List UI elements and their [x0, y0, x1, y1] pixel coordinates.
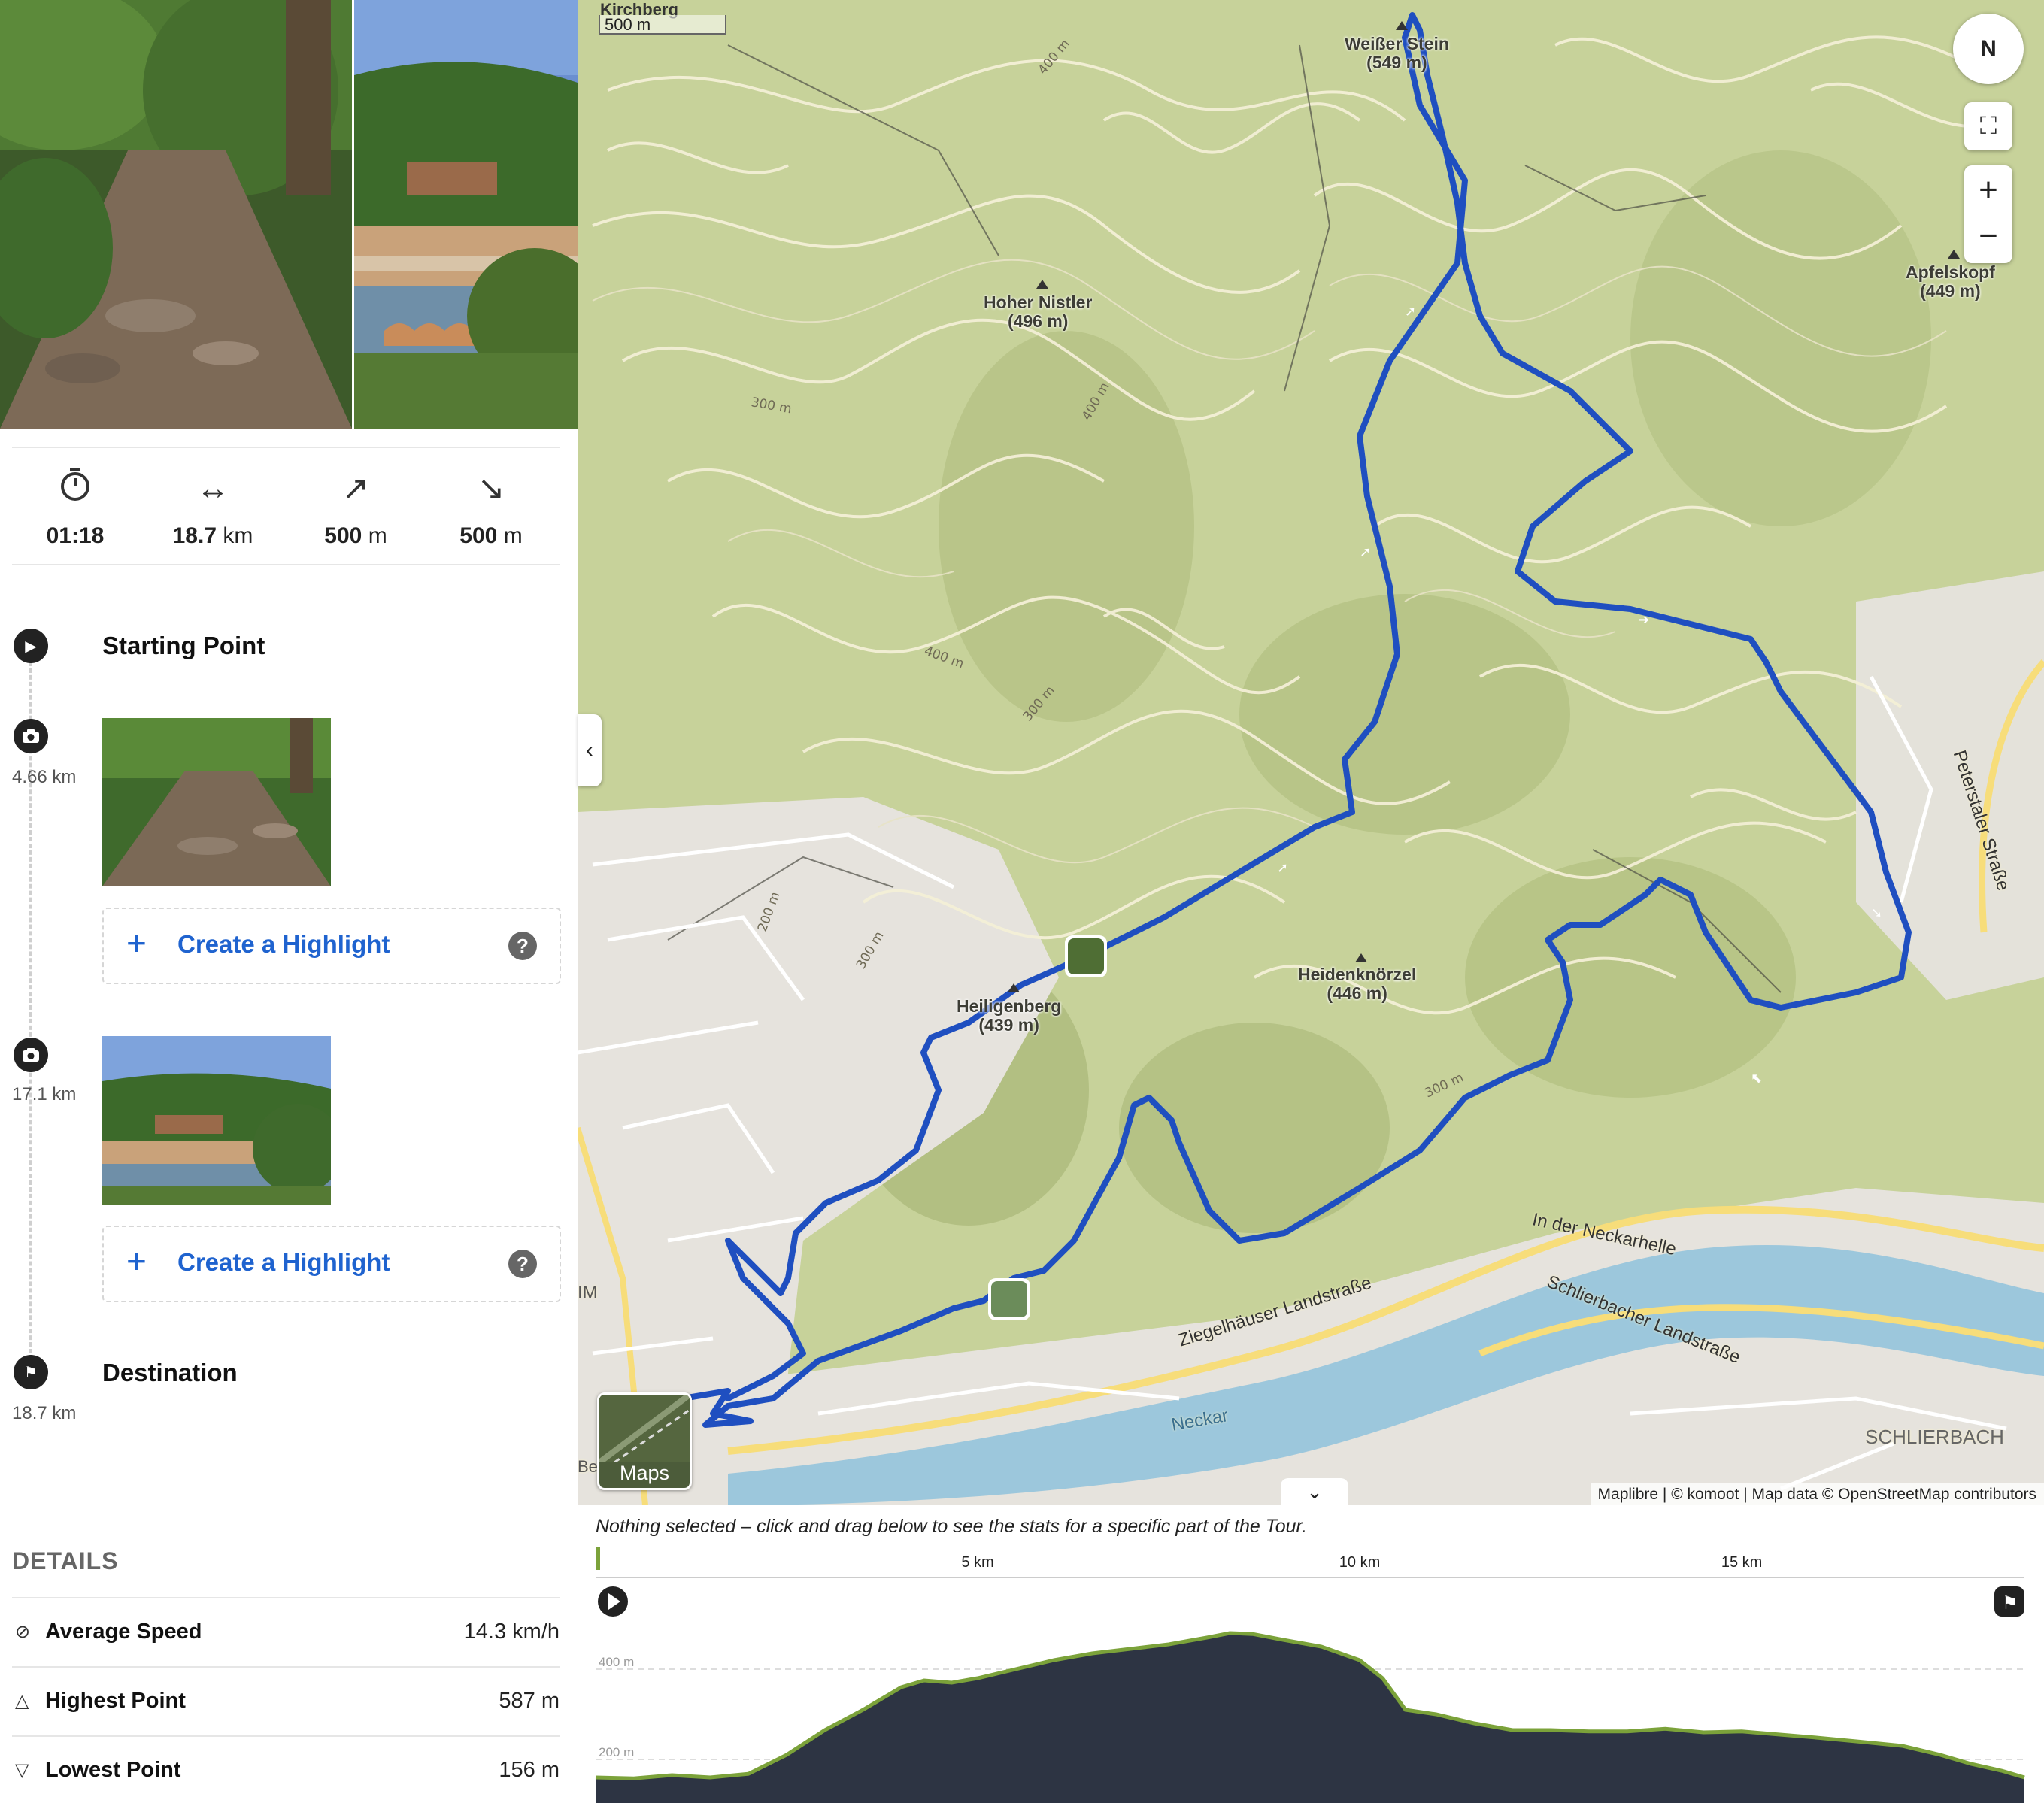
- elevation-area: [596, 1633, 2024, 1803]
- average-speed-label: Average Speed: [45, 1620, 202, 1644]
- photo2-thumbnail[interactable]: [102, 1036, 331, 1205]
- plus-icon: +: [126, 1241, 147, 1280]
- selection-hint: Nothing selected – click and drag below …: [596, 1516, 1307, 1537]
- distance-arrows-icon: ↔: [196, 470, 229, 507]
- peak-label-heiligenberg: Heiligenberg (439 m): [957, 996, 1062, 1035]
- compass-icon: N: [1980, 36, 1997, 61]
- zoom-controls: + −: [1964, 165, 2012, 263]
- map-layer-button[interactable]: Maps: [597, 1392, 692, 1490]
- peak-label-apfelskopf: Apfelskopf (449 m): [1906, 262, 1995, 301]
- chevron-down-icon: ⌄: [1306, 1480, 1323, 1503]
- distance-value: 18.7: [172, 523, 217, 548]
- triangle-up-icon: △: [15, 1691, 29, 1711]
- camera-icon: [14, 1038, 48, 1072]
- collapse-sidebar-button[interactable]: ‹: [578, 714, 602, 786]
- average-speed-row: ⊘ Average Speed 14.3 km/h: [12, 1597, 560, 1666]
- triangle-down-icon: ▽: [15, 1760, 29, 1780]
- svg-text:➚: ➚: [1277, 860, 1288, 876]
- elevation-axis-label: 200 m: [599, 1745, 634, 1759]
- downhill-value: 500: [459, 523, 498, 548]
- map-layer-label: Maps: [619, 1462, 670, 1484]
- details-heading: DETAILS: [12, 1547, 119, 1574]
- km-tick-label: 15 km: [1721, 1554, 1762, 1571]
- compass-button[interactable]: N: [1953, 14, 2024, 84]
- range-start-handle: [596, 1547, 600, 1570]
- downhill-stat: ↘ 500 m: [420, 466, 563, 549]
- tour-sidebar: 01:18 ↔ 18.7 km ↗ 500 m ↘ 500 m ▶ Starti…: [0, 0, 578, 1803]
- km-tick-label: 5 km: [961, 1554, 993, 1571]
- elevation-profile[interactable]: Nothing selected – click and drag below …: [578, 1505, 2044, 1803]
- stopwatch-icon: [4, 466, 147, 511]
- highest-point-value: 587 m: [499, 1689, 560, 1713]
- duration-value: 01:18: [46, 523, 105, 548]
- map-scale-bar: 500 m: [599, 15, 726, 35]
- tour-photo-forest-trail[interactable]: [0, 0, 352, 429]
- peak-label-weisser-stein: Weißer Stein (549 m): [1345, 34, 1449, 72]
- place-label-schlierbach: SCHLIERBACH: [1865, 1426, 2004, 1448]
- distance-unit: km: [223, 523, 253, 548]
- photo2-distance: 17.1 km: [12, 1084, 77, 1105]
- create-highlight-2[interactable]: + Create a Highlight ?: [102, 1226, 561, 1302]
- create-highlight-label: Create a Highlight: [177, 1248, 390, 1276]
- divider: [12, 447, 560, 448]
- peak-label-hoher-nistler: Hoher Nistler (496 m): [984, 292, 1093, 331]
- highest-point-label: Highest Point: [45, 1689, 186, 1713]
- svg-text:⬉: ⬉: [1751, 1071, 1762, 1086]
- downhill-arrow-icon: ↘: [477, 470, 505, 507]
- divider: [12, 564, 560, 565]
- lowest-point-value: 156 m: [499, 1758, 560, 1782]
- elevation-chart[interactable]: 5 km 10 km 15 km 400 m 200 m ⚑: [578, 1547, 2044, 1803]
- zoom-out-button[interactable]: −: [1979, 214, 1998, 262]
- focus-icon: ⛶: [1979, 112, 1997, 139]
- tour-photo-heidelberg-view[interactable]: [354, 0, 578, 429]
- create-highlight-1[interactable]: + Create a Highlight ?: [102, 908, 561, 984]
- place-label-im: IM: [578, 1283, 598, 1303]
- zoom-in-button[interactable]: +: [1979, 166, 1998, 214]
- uphill-arrow-icon: ↗: [341, 470, 370, 507]
- elevation-axis-label: 400 m: [599, 1655, 634, 1669]
- map-canvas: ➚➚➚ ➔➘⬉ 300 m 400 m 400 m 300 m 300 m 30…: [578, 0, 2044, 1505]
- play-icon: ▶: [14, 629, 48, 663]
- collapse-map-button[interactable]: ⌄: [1281, 1478, 1348, 1505]
- svg-text:➚: ➚: [1405, 304, 1416, 320]
- map-layer-icon: [599, 1395, 690, 1462]
- average-speed-value: 14.3 km/h: [463, 1620, 560, 1644]
- chevron-left-icon: ‹: [586, 738, 593, 762]
- create-highlight-label: Create a Highlight: [177, 930, 390, 958]
- place-label-be: Be: [578, 1457, 598, 1476]
- svg-text:➘: ➘: [1871, 905, 1882, 921]
- peak-label-heidenknoerzel: Heidenknörzel (446 m): [1298, 965, 1417, 1003]
- svg-text:➔: ➔: [1638, 612, 1649, 628]
- camera-icon: [14, 719, 48, 753]
- svg-text:➚: ➚: [1360, 544, 1371, 560]
- uphill-unit: m: [368, 523, 387, 548]
- lowest-point-row: ▽ Lowest Point 156 m: [12, 1735, 560, 1803]
- destination-title[interactable]: Destination: [102, 1359, 238, 1387]
- km-tick-label: 10 km: [1339, 1554, 1380, 1571]
- locate-button[interactable]: ⛶: [1964, 102, 2012, 150]
- photo1-distance: 4.66 km: [12, 767, 77, 787]
- speed-icon: ⊘: [15, 1622, 31, 1642]
- timeline-line: [29, 662, 32, 1353]
- route-map[interactable]: ➚ ➚ ➚ ➔ ➘ ⬉ 300 m 400 m 400 m 300 m 300 m 30…: [578, 0, 2044, 1505]
- uphill-stat: ↗ 500 m: [284, 466, 427, 549]
- starting-point-title[interactable]: Starting Point: [102, 632, 265, 660]
- duration-stat: 01:18: [4, 466, 147, 549]
- plus-icon: +: [126, 923, 147, 962]
- highest-point-row: △ Highest Point 587 m: [12, 1666, 560, 1735]
- uphill-value: 500: [324, 523, 362, 548]
- flag-icon-glyph: ⚑: [2002, 1592, 2018, 1614]
- help-icon[interactable]: ?: [508, 1250, 537, 1278]
- flag-icon: ⚑: [14, 1355, 48, 1389]
- distance-stat: ↔ 18.7 km: [141, 466, 284, 549]
- map-attribution[interactable]: Maplibre | © komoot | Map data © OpenStr…: [1590, 1483, 2044, 1505]
- lowest-point-label: Lowest Point: [45, 1758, 181, 1782]
- destination-distance: 18.7 km: [12, 1403, 77, 1423]
- help-icon[interactable]: ?: [508, 932, 537, 960]
- photo1-thumbnail[interactable]: [102, 718, 331, 886]
- downhill-unit: m: [503, 523, 523, 548]
